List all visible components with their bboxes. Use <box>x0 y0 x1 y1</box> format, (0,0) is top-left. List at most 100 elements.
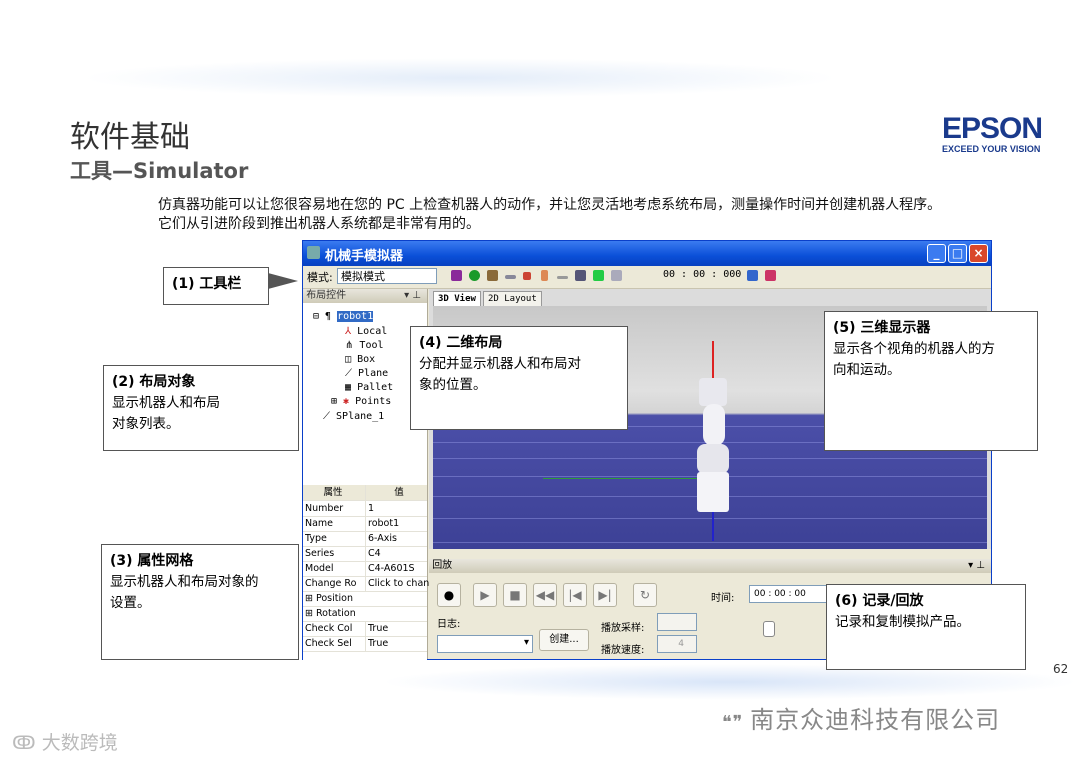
record-button[interactable]: ● <box>437 583 461 607</box>
cylinder-icon[interactable] <box>487 270 498 281</box>
grid-icon[interactable] <box>593 270 604 281</box>
callout-property-grid: (3) 属性网格 显示机器人和布局对象的 设置。 <box>101 544 299 660</box>
tab-2d-layout[interactable]: 2D Layout <box>483 291 542 306</box>
layout-pane-title: 布局控件 <box>306 290 347 301</box>
rewind-button[interactable]: ◀◀ <box>533 583 557 607</box>
slide-title: 软件基础 <box>70 120 190 155</box>
property-row[interactable]: Series C4 <box>303 546 427 562</box>
epson-logo: EPSON EXCEED YOUR VISION <box>942 112 1043 155</box>
plane-icon[interactable] <box>505 275 516 279</box>
reset-icon[interactable] <box>747 270 758 281</box>
watermark-icon: ↂ <box>12 732 42 754</box>
intro-line-2: 它们从引进阶段到推出机器人系统都是非常有用的。 <box>158 216 480 232</box>
tree-item-plane[interactable]: ⟋ Plane <box>345 368 388 379</box>
window-title: 机械手模拟器 <box>325 249 404 264</box>
pin-icon[interactable]: ▾ ⊥ <box>404 289 421 303</box>
callout-2d-layout-body-2: 象的位置。 <box>419 377 487 393</box>
minimize-button[interactable]: _ <box>927 244 946 263</box>
maximize-button[interactable]: □ <box>948 244 967 263</box>
callout-property-grid-heading: (3) 属性网格 <box>110 553 194 569</box>
close-button[interactable]: × <box>969 244 988 263</box>
speed-stepper[interactable]: 4 <box>657 635 697 653</box>
arrow-icon[interactable] <box>557 276 568 279</box>
time-label: 时间: <box>711 593 735 604</box>
tree-item-local[interactable]: ⅄ Local <box>345 326 387 337</box>
tree-item-splane[interactable]: ⟋ SPlane_1 <box>323 411 384 422</box>
tree-item-points[interactable]: ⊞ ✱ Points <box>331 396 391 407</box>
property-row[interactable]: Check Sel True <box>303 636 427 652</box>
robot-icon[interactable] <box>541 270 548 281</box>
tree-item-pallet[interactable]: ▦ Pallet <box>345 382 393 393</box>
property-row[interactable]: Type 6-Axis <box>303 531 427 547</box>
time-field: 00 : 00 : 00 <box>749 585 829 603</box>
callout-2d-layout-heading: (4) 二维布局 <box>419 335 503 351</box>
page-number: 62 <box>1053 662 1069 676</box>
callout-toolbar-pointer <box>268 273 298 289</box>
intro-text: 仿真器功能可以让您很容易地在您的 PC 上检查机器人的动作，并让您灵活地考虑系统… <box>158 196 1048 234</box>
create-button[interactable]: 创建... <box>539 629 589 651</box>
property-row[interactable]: Check Col True <box>303 621 427 637</box>
loop-button[interactable]: ↻ <box>633 583 657 607</box>
callout-3d-display-body-2: 向和运动。 <box>833 362 901 378</box>
tab-3d-view[interactable]: 3D View <box>433 291 481 306</box>
log-label: 日志: <box>437 619 461 630</box>
callout-record-playback: (6) 记录/回放 记录和复制模拟产品。 <box>826 584 1026 670</box>
mode-select[interactable]: 模拟模式 <box>337 268 437 284</box>
purple-cube-icon[interactable] <box>451 270 462 281</box>
sampling-field[interactable] <box>657 613 697 631</box>
stop-button[interactable]: ■ <box>503 583 527 607</box>
playback-header: 回放 ▾ ⊥ <box>429 559 991 573</box>
callout-toolbar: (1) 工具栏 <box>163 267 269 305</box>
step-back-button[interactable]: |◀ <box>563 583 587 607</box>
callout-3d-display: (5) 三维显示器 显示各个视角的机器人的方 向和运动。 <box>824 311 1038 451</box>
callout-2d-layout-body-1: 分配并显示机器人和布局对 <box>419 356 581 372</box>
callout-toolbar-heading: (1) 工具栏 <box>172 276 242 292</box>
window-titlebar[interactable]: 机械手模拟器 _ □ × <box>303 241 991 266</box>
tree-item-robot1[interactable]: ⊟ ¶ robot1 <box>313 311 374 322</box>
callout-property-grid-body-2: 设置。 <box>110 595 151 611</box>
pallet-icon: ▦ <box>345 382 352 393</box>
tree-item-box[interactable]: ◫ Box <box>345 354 375 365</box>
background-swoosh-top <box>80 58 840 98</box>
playback-pin-icon[interactable]: ▾ ⊥ <box>968 559 985 573</box>
toolbar-time: 00 : 00 : 000 <box>663 269 742 280</box>
mode-label: 模式: <box>307 271 333 284</box>
zoom-icon[interactable] <box>611 270 622 281</box>
speed-slider[interactable] <box>763 621 775 637</box>
callout-layout-objects-heading: (2) 布局对象 <box>112 374 196 390</box>
play-button[interactable]: ▶ <box>473 583 497 607</box>
box-icon: ◫ <box>345 354 352 365</box>
callout-property-grid-body-1: 显示机器人和布局对象的 <box>110 574 259 590</box>
local-icon: ⅄ <box>345 326 352 337</box>
layout-pane-header: 布局控件 ▾ ⊥ <box>303 289 427 303</box>
points-icon[interactable] <box>523 272 531 280</box>
chart-icon[interactable] <box>765 270 776 281</box>
log-select[interactable]: ▾ <box>437 635 533 653</box>
property-row[interactable]: Model C4-A601S <box>303 561 427 577</box>
callout-record-playback-body-1: 记录和复制模拟产品。 <box>835 614 970 630</box>
dropdown-arrow-icon: ▾ <box>523 637 529 648</box>
callout-3d-display-body-1: 显示各个视角的机器人的方 <box>833 341 995 357</box>
green-sphere-icon[interactable] <box>469 270 480 281</box>
property-row[interactable]: Number 1 <box>303 501 427 517</box>
footer-watermark: ↂ 大数跨境 <box>12 732 118 754</box>
tree-item-tool[interactable]: ⋔ Tool <box>345 340 384 351</box>
layout-icon[interactable] <box>575 270 586 281</box>
sampling-label: 播放采样: <box>601 623 645 634</box>
tool-icon: ⋔ <box>345 340 354 351</box>
callout-2d-layout: (4) 二维布局 分配并显示机器人和布局对 象的位置。 <box>410 326 628 430</box>
property-row[interactable]: ⊞ Rotation <box>303 606 427 622</box>
footer-company: ❝❞ 南京众迪科技有限公司 <box>722 706 1001 734</box>
callout-layout-objects-body-2: 对象列表。 <box>112 416 180 432</box>
callout-layout-objects-body-1: 显示机器人和布局 <box>112 395 220 411</box>
property-row[interactable]: Name robot1 <box>303 516 427 532</box>
wechat-icon: ❝❞ <box>722 712 751 733</box>
property-row[interactable]: ⊞ Position <box>303 591 427 607</box>
toolbar: 模式: 模拟模式 00 : 00 : 000 <box>303 266 991 289</box>
property-row[interactable]: Change Ro Click to chang <box>303 576 430 592</box>
intro-line-1: 仿真器功能可以让您很容易地在您的 PC 上检查机器人的动作，并让您灵活地考虑系统… <box>158 197 942 213</box>
robot-model <box>691 378 735 513</box>
callout-3d-display-heading: (5) 三维显示器 <box>833 320 931 336</box>
logo-brand: EPSON <box>942 112 1043 145</box>
step-forward-button[interactable]: ▶| <box>593 583 617 607</box>
